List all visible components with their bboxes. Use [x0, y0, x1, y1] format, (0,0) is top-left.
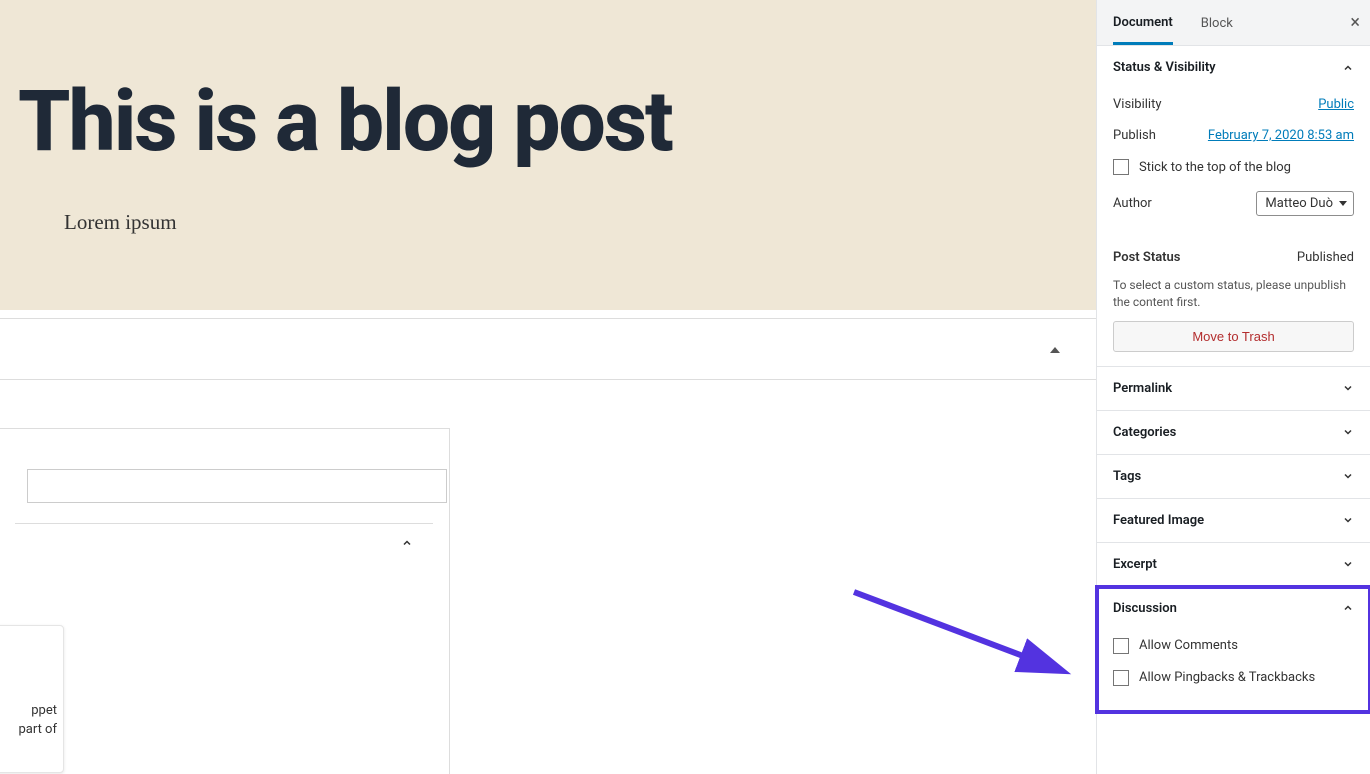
visibility-label: Visibility: [1113, 97, 1162, 112]
panel-status: Status & Visibility Visibility Public Pu…: [1097, 46, 1370, 367]
tab-block[interactable]: Block: [1201, 2, 1233, 43]
panel-categories-title: Categories: [1113, 425, 1176, 440]
seo-input[interactable]: [27, 469, 447, 503]
chevron-down-icon: [1342, 514, 1354, 526]
allow-pingbacks-checkbox[interactable]: [1113, 670, 1129, 686]
panel-excerpt-title: Excerpt: [1113, 557, 1157, 572]
publish-value[interactable]: February 7, 2020 8:53 am: [1208, 128, 1354, 143]
allow-pingbacks-label: Allow Pingbacks & Trackbacks: [1139, 670, 1315, 685]
chevron-down-icon: [1342, 382, 1354, 394]
chevron-up-icon: [401, 534, 413, 546]
author-select[interactable]: Matteo Duò: [1256, 191, 1354, 216]
triangle-up-icon: [1050, 347, 1060, 353]
panel-discussion: Discussion Allow Comments Allow Pingback…: [1097, 587, 1370, 712]
chevron-up-icon: [1342, 62, 1354, 74]
panel-tags[interactable]: Tags: [1097, 455, 1370, 498]
post-body[interactable]: Lorem ipsum: [0, 166, 1096, 235]
sidebar-tabs: Document Block ×: [1097, 0, 1370, 46]
post-status-label: Post Status: [1113, 250, 1181, 265]
hero-area: This is a blog post Lorem ipsum: [0, 0, 1096, 310]
chevron-up-icon: [1342, 602, 1354, 614]
settings-sidebar: Document Block × Status & Visibility Vis…: [1096, 0, 1370, 774]
visibility-value[interactable]: Public: [1318, 97, 1354, 112]
close-icon[interactable]: ×: [1350, 12, 1360, 33]
panel-featured-image[interactable]: Featured Image: [1097, 499, 1370, 542]
publish-label: Publish: [1113, 128, 1156, 143]
panel-discussion-title: Discussion: [1113, 601, 1177, 616]
meta-bar[interactable]: [0, 318, 1096, 380]
stick-label: Stick to the top of the blog: [1139, 160, 1291, 175]
panel-excerpt[interactable]: Excerpt: [1097, 543, 1370, 586]
seo-panel: [0, 428, 450, 774]
seo-row[interactable]: [15, 523, 433, 563]
snippet-line1: ppet: [0, 702, 57, 721]
panel-status-header[interactable]: Status & Visibility: [1097, 46, 1370, 89]
post-status-value: Published: [1297, 250, 1354, 265]
snippet-card: ppet part of: [0, 625, 64, 773]
snippet-line2: part of: [0, 721, 57, 740]
editor-canvas: This is a blog post Lorem ipsum ppet par…: [0, 0, 1096, 774]
move-to-trash-button[interactable]: Move to Trash: [1113, 321, 1354, 352]
post-title[interactable]: This is a blog post: [0, 30, 1096, 166]
chevron-down-icon: [1342, 558, 1354, 570]
allow-comments-label: Allow Comments: [1139, 638, 1238, 653]
panel-discussion-header[interactable]: Discussion: [1097, 587, 1370, 630]
panel-permalink[interactable]: Permalink: [1097, 367, 1370, 410]
chevron-down-icon: [1342, 426, 1354, 438]
annotation-arrow: [850, 588, 1080, 688]
panel-featured-image-title: Featured Image: [1113, 513, 1204, 528]
tab-document[interactable]: Document: [1113, 1, 1173, 45]
stick-checkbox[interactable]: [1113, 159, 1129, 175]
panel-status-title: Status & Visibility: [1113, 60, 1216, 75]
post-status-help: To select a custom status, please unpubl…: [1113, 273, 1354, 321]
panel-tags-title: Tags: [1113, 469, 1141, 484]
allow-comments-checkbox[interactable]: [1113, 638, 1129, 654]
panel-categories[interactable]: Categories: [1097, 411, 1370, 454]
author-label: Author: [1113, 196, 1152, 211]
panel-permalink-title: Permalink: [1113, 381, 1172, 396]
chevron-down-icon: [1342, 470, 1354, 482]
